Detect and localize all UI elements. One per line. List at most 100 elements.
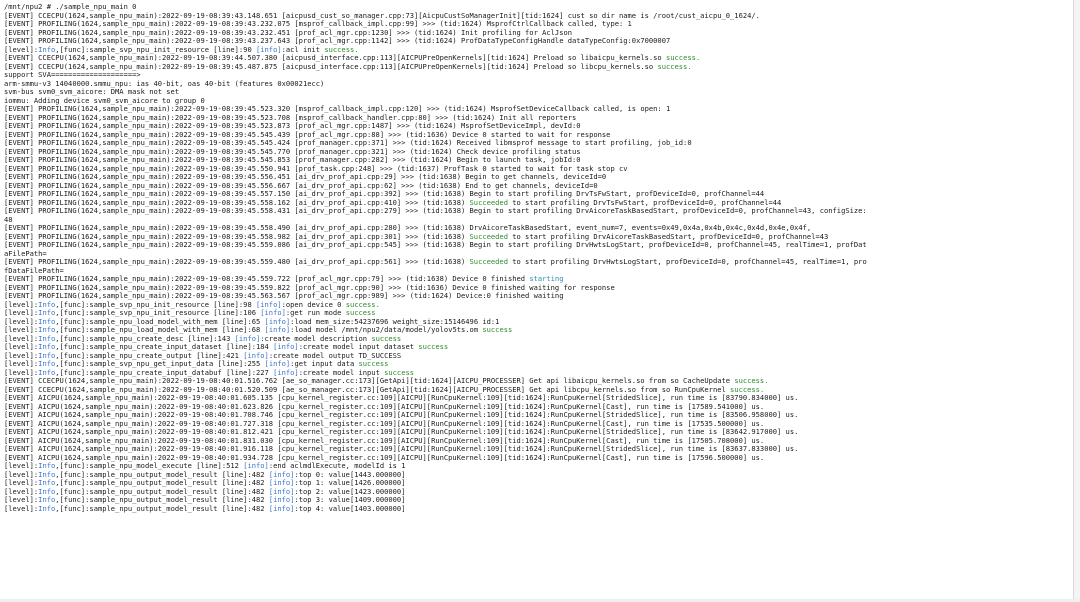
log-segment: [EVENT] PROFILING(1624,sample_npu_main):…: [4, 113, 577, 122]
log-segment: [EVENT] PROFILING(1624,sample_npu_main):…: [4, 198, 470, 207]
log-segment: success: [418, 343, 449, 351]
log-segment: ,[func]:sample_npu_output_model_result […: [55, 479, 269, 487]
log-line: [level]:Info,[func]:sample_npu_create_in…: [4, 343, 1080, 352]
log-line: [EVENT] CCECPU(1624,sample_npu_main):202…: [4, 386, 1080, 395]
log-segment: [level]:: [4, 334, 39, 343]
log-segment: [level]:: [4, 360, 39, 368]
log-segment: Succeeded: [469, 232, 508, 241]
log-segment: ,[func]:sample_svp_npu_init_resource [li…: [55, 309, 261, 317]
log-line: [EVENT] AICPU(1624,sample_npu_main):2022…: [4, 445, 1080, 454]
log-segment: [info]: [234, 334, 261, 343]
log-line: [level]:Info,[func]:sample_npu_load_mode…: [4, 318, 1080, 327]
log-segment: [info]: [264, 317, 291, 326]
log-segment: [EVENT] PROFILING(1624,sample_npu_main):…: [4, 224, 812, 232]
log-segment: [info]: [243, 351, 269, 360]
log-line: [EVENT] PROFILING(1624,sample_npu_main):…: [4, 284, 1080, 293]
log-segment: :top 0: value[1443.000000]: [294, 470, 406, 479]
log-segment: [level]:: [4, 45, 39, 54]
log-segment: [EVENT] CCECPU(1624,sample_npu_main):202…: [4, 377, 735, 385]
log-segment: :top 4: value[1403.000000]: [294, 504, 406, 513]
log-segment: [EVENT] CCECPU(1624,sample_npu_main):202…: [4, 54, 666, 62]
log-segment: iommu: Adding device svm0_svm_aicore to …: [4, 96, 205, 105]
log-segment: [EVENT] PROFILING(1624,sample_npu_main):…: [4, 292, 564, 300]
log-segment: ,[func]:sample_npu_create_input_dataset …: [55, 343, 274, 351]
log-segment: support SVA====================>: [4, 71, 141, 79]
log-line: [EVENT] PROFILING(1624,sample_npu_main):…: [4, 258, 1080, 267]
log-segment: svm-bus svm0_svm_aicore: DMA mask not se…: [4, 88, 180, 96]
log-segment: Succeeded: [469, 198, 508, 207]
log-line: [level]:Info,[func]:sample_npu_model_exe…: [4, 462, 1080, 471]
log-segment: [info]: [268, 479, 295, 487]
log-segment: [EVENT] PROFILING(1624,sample_npu_main):…: [4, 232, 470, 241]
log-segment: [info]: [268, 504, 295, 513]
log-segment: 48: [4, 215, 13, 224]
log-segment: [info]: [243, 462, 269, 470]
log-segment: [EVENT] PROFILING(1624,sample_npu_main):…: [4, 283, 615, 292]
log-line: [EVENT] AICPU(1624,sample_npu_main):2022…: [4, 454, 1080, 463]
log-segment: :create model input dataset: [298, 343, 419, 351]
log-segment: [EVENT] PROFILING(1624,sample_npu_main):…: [4, 20, 632, 28]
log-segment: [info]: [273, 343, 299, 351]
log-line: [level]:Info,[func]:sample_npu_create_in…: [4, 369, 1080, 378]
log-line: [EVENT] AICPU(1624,sample_npu_main):2022…: [4, 394, 1080, 403]
log-segment: Info: [38, 360, 56, 368]
log-line: [EVENT] PROFILING(1624,sample_npu_main):…: [4, 148, 1080, 157]
log-line: [level]:Info,[func]:sample_npu_output_mo…: [4, 505, 1080, 514]
terminal-window[interactable]: /mnt/npu2 # ./sample_npu_main 0 [EVENT] C…: [0, 0, 1080, 602]
log-segment: :top 2: value[1423.000000]: [294, 487, 406, 496]
log-line: [EVENT] PROFILING(1624,sample_npu_main):…: [4, 275, 1080, 284]
log-line: [level]:Info,[func]:sample_npu_create_de…: [4, 335, 1080, 344]
log-segment: ,[func]:sample_npu_create_input_databuf …: [55, 368, 274, 377]
log-segment: Info: [38, 300, 56, 309]
log-segment: :end aclmdlExecute, modelId is 1: [268, 462, 406, 470]
log-segment: [EVENT] PROFILING(1624,sample_npu_main):…: [4, 190, 765, 198]
log-segment: ,[func]:sample_svp_npu_init_resource [li…: [55, 300, 256, 309]
log-line: [EVENT] AICPU(1624,sample_npu_main):2022…: [4, 411, 1080, 420]
log-segment: Info: [38, 317, 56, 326]
log-segment: :get input data: [290, 360, 359, 368]
vertical-scrollbar[interactable]: [1073, 0, 1080, 602]
log-segment: [EVENT] PROFILING(1624,sample_npu_main):…: [4, 147, 581, 156]
log-segment: [level]:: [4, 470, 39, 479]
terminal-output[interactable]: /mnt/npu2 # ./sample_npu_main 0 [EVENT] C…: [0, 0, 1080, 513]
log-segment: ,[func]:sample_npu_model_execute [line]:…: [55, 462, 244, 470]
log-line: [EVENT] PROFILING(1624,sample_npu_main):…: [4, 182, 1080, 191]
log-segment: [EVENT] AICPU(1624,sample_npu_main):2022…: [4, 453, 765, 462]
log-segment: ,[func]:sample_npu_load_model_with_mem […: [55, 317, 265, 326]
log-segment: Info: [38, 504, 56, 513]
log-line: aFilePath=: [4, 250, 1080, 259]
log-segment: :create model input: [298, 368, 385, 377]
log-segment: :top 1: value[1426.000000]: [294, 479, 406, 487]
log-segment: [level]:: [4, 317, 39, 326]
log-segment: [EVENT] AICPU(1624,sample_npu_main):2022…: [4, 411, 799, 419]
log-line: [EVENT] PROFILING(1624,sample_npu_main):…: [4, 139, 1080, 148]
log-segment: Succeeded: [469, 258, 508, 266]
log-segment: [EVENT] PROFILING(1624,sample_npu_main):…: [4, 122, 581, 130]
log-segment: to start profiling DrvHwtsLogStart, prof…: [507, 258, 867, 266]
log-segment: [EVENT] PROFILING(1624,sample_npu_main):…: [4, 105, 671, 113]
log-segment: success: [482, 326, 513, 334]
log-segment: [EVENT] AICPU(1624,sample_npu_main):2022…: [4, 428, 799, 436]
log-segment: [EVENT] PROFILING(1624,sample_npu_main):…: [4, 275, 530, 283]
log-segment: Info: [38, 309, 56, 317]
log-segment: success.: [730, 385, 765, 394]
log-segment: success.: [734, 377, 769, 385]
log-line: [EVENT] PROFILING(1624,sample_npu_main):…: [4, 37, 1080, 46]
log-line: [EVENT] PROFILING(1624,sample_npu_main):…: [4, 224, 1080, 233]
log-segment: success: [371, 334, 402, 343]
log-segment: ,[func]:sample_npu_output_model_result […: [55, 496, 269, 504]
log-segment: [EVENT] CCECPU(1624,sample_npu_main):202…: [4, 385, 731, 394]
log-line: [EVENT] PROFILING(1624,sample_npu_main):…: [4, 20, 1080, 29]
log-segment: [EVENT] PROFILING(1624,sample_npu_main):…: [4, 241, 867, 249]
log-line: [EVENT] AICPU(1624,sample_npu_main):2022…: [4, 420, 1080, 429]
log-line: [EVENT] PROFILING(1624,sample_npu_main):…: [4, 105, 1080, 114]
log-segment: :top 3: value[1409.000000]: [294, 496, 406, 504]
log-line: [EVENT] PROFILING(1624,sample_npu_main):…: [4, 241, 1080, 250]
log-segment: ,[func]:sample_npu_output_model_result […: [55, 504, 269, 513]
log-segment: [EVENT] PROFILING(1624,sample_npu_main):…: [4, 164, 628, 173]
log-segment: starting: [529, 275, 564, 283]
log-segment: [EVENT] AICPU(1624,sample_npu_main):2022…: [4, 445, 799, 453]
log-line: /mnt/npu2 # ./sample_npu_main 0: [4, 3, 1080, 12]
log-segment: [EVENT] PROFILING(1624,sample_npu_main):…: [4, 207, 867, 215]
log-segment: [level]:: [4, 504, 39, 513]
